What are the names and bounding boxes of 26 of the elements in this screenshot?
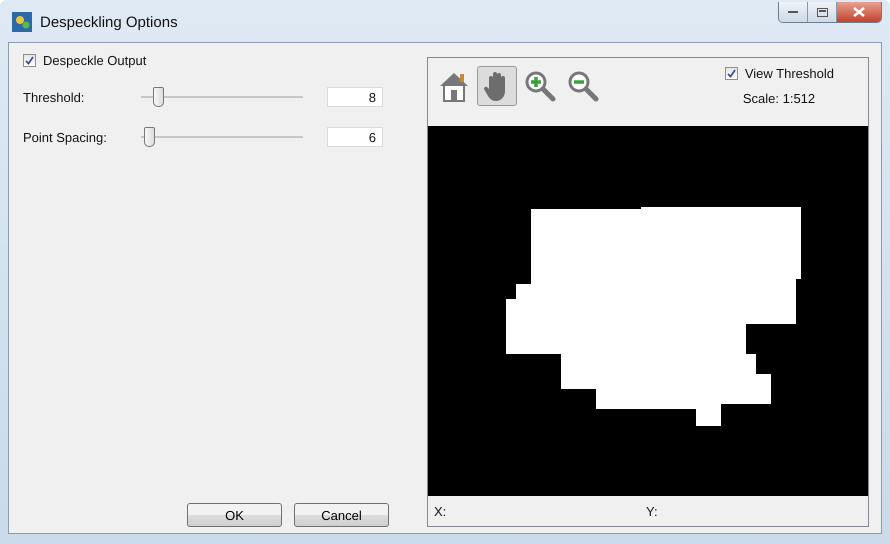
slider-thumb[interactable]: [153, 87, 164, 107]
value-field[interactable]: 8: [327, 87, 383, 107]
close-icon: [853, 7, 865, 17]
zoom-in-icon: [523, 69, 557, 103]
window-title: Despeckling Options: [40, 14, 179, 30]
view-threshold-label: View Threshold: [744, 66, 834, 81]
zoom-out-icon: [566, 69, 600, 103]
close-button[interactable]: [837, 2, 881, 22]
x-coordinate-label: X:: [434, 504, 448, 518]
minimize-button[interactable]: [779, 2, 808, 22]
slider-label: Point Spacing:: [23, 130, 108, 144]
maximize-icon: [816, 8, 828, 16]
slider-thumb[interactable]: [144, 127, 156, 147]
ok-button[interactable]: OK: [187, 503, 282, 527]
y-coordinate-label: Y:: [646, 504, 659, 518]
minimize-icon: [788, 10, 798, 14]
app-icon: [12, 12, 32, 32]
maximize-button[interactable]: [808, 2, 837, 22]
value-field[interactable]: 6: [327, 127, 383, 147]
checkbox[interactable]: [23, 54, 36, 67]
cancel-button[interactable]: Cancel: [294, 503, 389, 527]
checkbox[interactable]: [724, 67, 738, 80]
scale-label: Scale: 1:512: [742, 91, 816, 106]
despeckle-output-label: Despeckle Output: [43, 53, 146, 68]
pan-tool-button[interactable]: [477, 66, 517, 106]
slider-label: Threshold:: [23, 90, 86, 104]
